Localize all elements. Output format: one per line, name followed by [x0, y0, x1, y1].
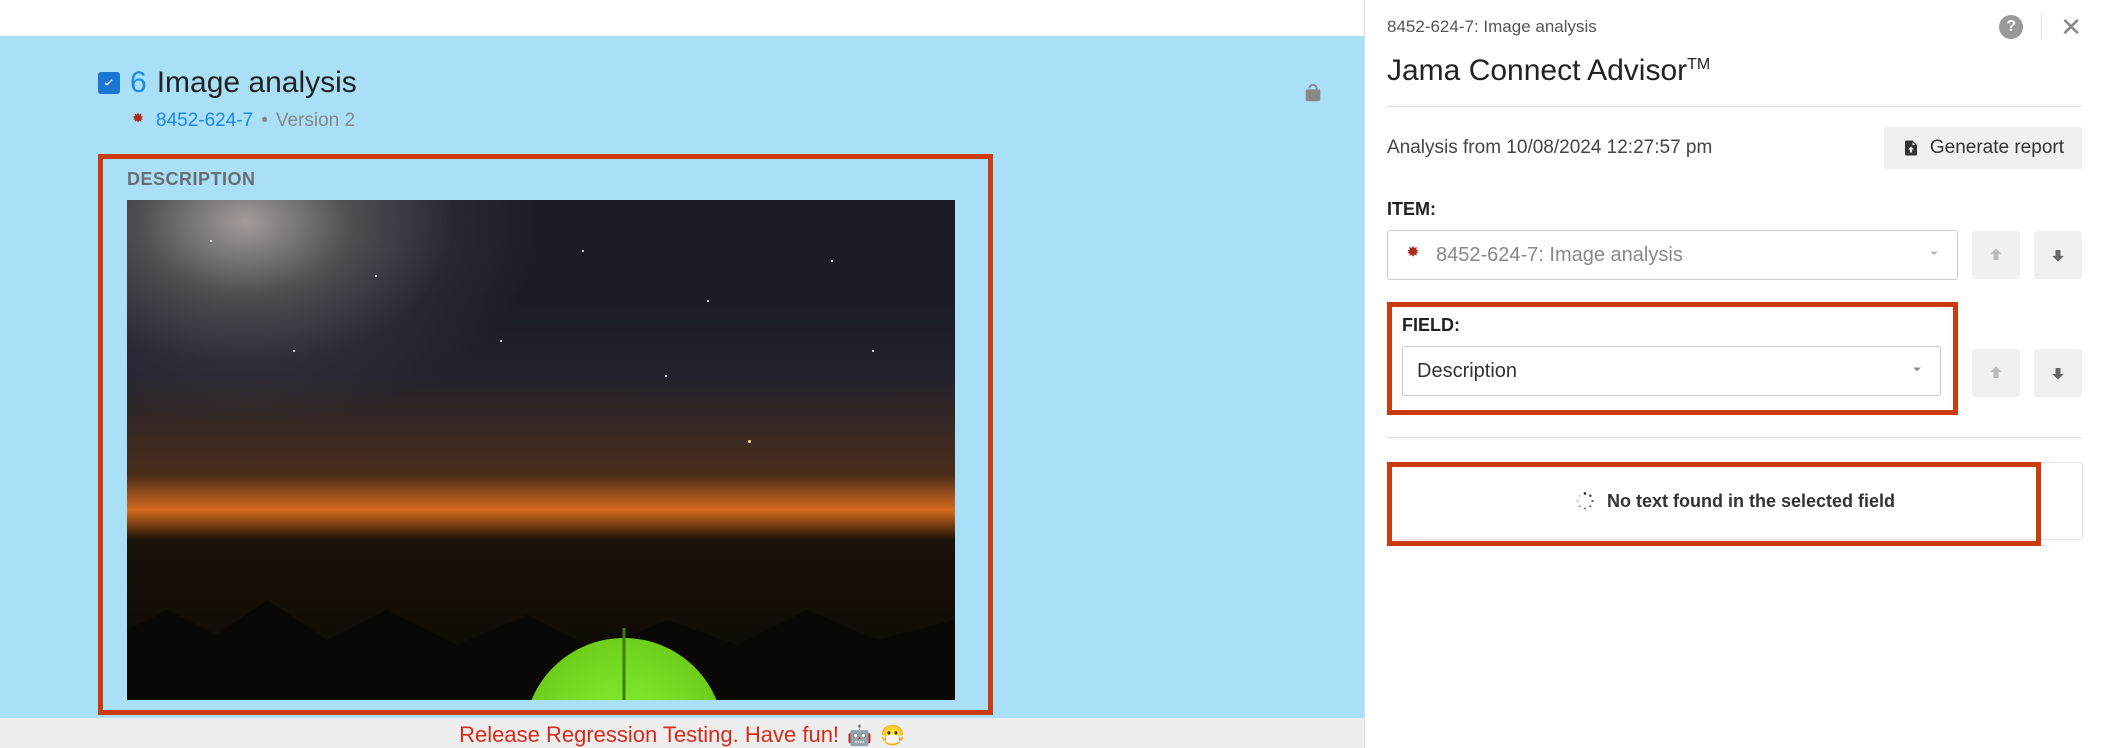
generate-report-label: Generate report [1930, 137, 2064, 159]
description-image [127, 200, 955, 700]
analysis-timestamp: Analysis from 10/08/2024 12:27:57 pm [1387, 137, 1712, 159]
field-section-label: FIELD: [1402, 315, 1941, 336]
spinner-icon [1575, 491, 1595, 511]
item-number: 6 [130, 66, 147, 100]
mask-icon: 😷 [880, 723, 905, 748]
bug-icon [1402, 244, 1424, 266]
description-highlight-box: DESCRIPTION [98, 154, 993, 715]
unlock-icon[interactable] [1302, 82, 1324, 110]
footer-text: Release Regression Testing. Have fun! [459, 722, 839, 748]
description-label: DESCRIPTION [127, 169, 988, 190]
panel-breadcrumb: 8452-624-7: Image analysis [1387, 17, 1597, 37]
help-icon[interactable]: ? [1999, 15, 2023, 39]
close-icon[interactable]: ✕ [2060, 14, 2082, 40]
field-select[interactable]: Description [1402, 346, 1941, 396]
divider [1387, 106, 2082, 107]
icon-separator [2041, 14, 2042, 40]
field-highlight-box: FIELD: Description [1387, 302, 1958, 415]
field-select-value: Description [1417, 360, 1517, 383]
result-message: No text found in the selected field [1607, 491, 1895, 512]
generate-report-button[interactable]: Generate report [1884, 127, 2082, 169]
item-prev-button[interactable] [1972, 231, 2020, 279]
meta-separator: • [261, 110, 268, 132]
item-section-label: ITEM: [1387, 199, 2082, 220]
advisor-panel: 8452-624-7: Image analysis ? ✕ Jama Conn… [1364, 0, 2104, 748]
field-prev-button[interactable] [1972, 349, 2020, 397]
item-id-link[interactable]: 8452-624-7 [156, 110, 253, 132]
item-next-button[interactable] [2034, 231, 2082, 279]
arrow-down-icon [2048, 245, 2068, 265]
item-checkbox[interactable] [98, 72, 120, 94]
robot-icon: 🤖 [847, 723, 872, 748]
chevron-down-icon [1908, 360, 1926, 383]
panel-title-text: Jama Connect Advisor [1387, 54, 1687, 87]
result-message-box: No text found in the selected field [1387, 462, 2083, 540]
footer-banner: Release Regression Testing. Have fun! 🤖 … [0, 718, 1364, 748]
item-title: Image analysis [157, 66, 357, 100]
panel-title: Jama Connect AdvisorTM [1387, 54, 2082, 88]
chevron-down-icon [1925, 244, 1943, 267]
arrow-up-icon [1986, 245, 2006, 265]
item-detail-panel: 6 Image analysis 8452-624-7 • Version 2 … [0, 36, 1364, 748]
export-icon [1902, 139, 1920, 157]
trademark: TM [1687, 56, 1710, 73]
arrow-up-icon [1986, 363, 2006, 383]
field-next-button[interactable] [2034, 349, 2082, 397]
item-meta: 8452-624-7 • Version 2 [128, 110, 1364, 132]
divider [1387, 437, 2082, 438]
item-version: Version 2 [276, 110, 355, 132]
arrow-down-icon [2048, 363, 2068, 383]
item-select[interactable]: 8452-624-7: Image analysis [1387, 230, 1958, 280]
bug-icon [128, 111, 148, 131]
item-select-value: 8452-624-7: Image analysis [1436, 244, 1683, 267]
